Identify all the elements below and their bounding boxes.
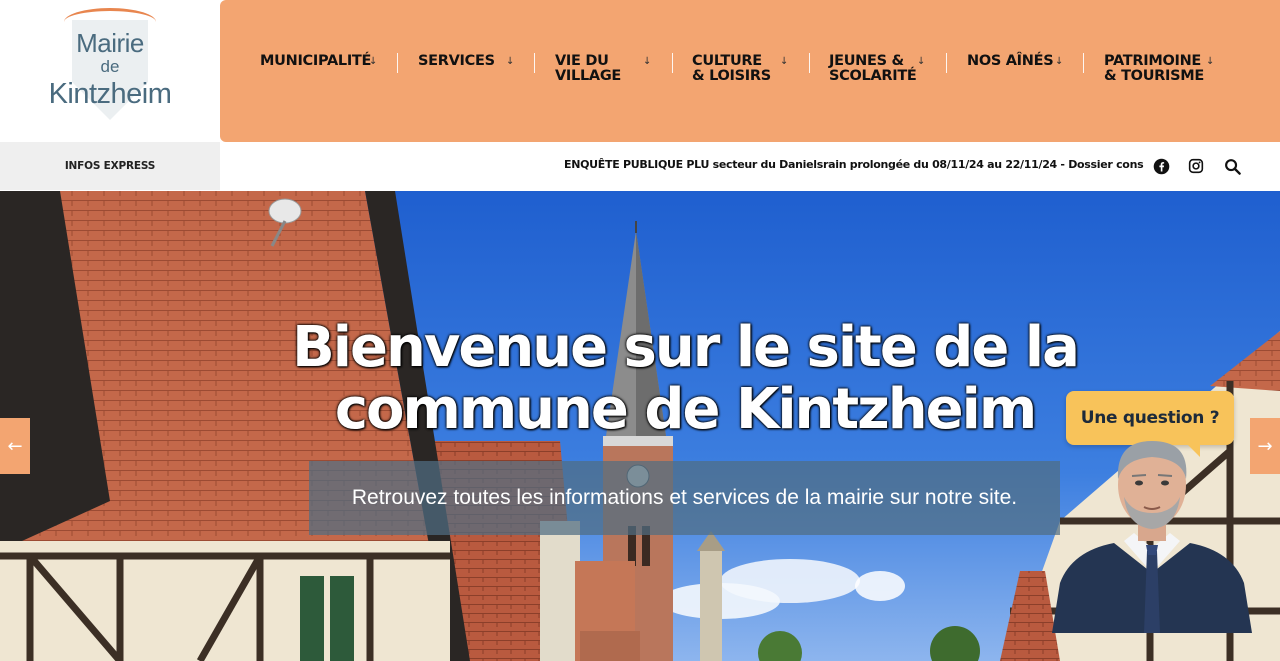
news-ticker-text[interactable]: ENQUÊTE PUBLIQUE PLU secteur du Danielsr… xyxy=(564,158,1144,171)
slider-next-button[interactable]: → xyxy=(1250,418,1280,474)
nav-item-patrimoine-tourisme[interactable]: PATRIMOINE & TOURISME ↓ xyxy=(1104,53,1214,90)
logo-arc-decoration xyxy=(64,8,156,22)
hero-slider: Bienvenue sur le site de la commune de K… xyxy=(0,191,1280,661)
nav-label: CULTURE & LOISIRS xyxy=(692,53,771,84)
nav-separator xyxy=(397,53,398,73)
down-arrow-icon: ↓ xyxy=(780,56,789,67)
down-arrow-icon: ↓ xyxy=(506,56,515,67)
nav-separator xyxy=(809,53,810,73)
news-ticker-bar: ENQUÊTE PUBLIQUE PLU secteur du Danielsr… xyxy=(220,142,1280,190)
hero-subtitle: Retrouvez toutes les informations et ser… xyxy=(351,486,1018,509)
nav-label: MUNICIPALITÉ xyxy=(260,53,372,69)
logo-text-kintzheim: Kintzheim xyxy=(48,78,172,110)
down-arrow-icon: ↓ xyxy=(917,56,926,67)
slider-prev-button[interactable]: ← xyxy=(0,418,30,474)
chat-assistant-avatar[interactable] xyxy=(1052,433,1252,633)
hero-title: Bienvenue sur le site de la commune de K… xyxy=(285,317,1085,441)
right-arrow-icon: → xyxy=(1257,435,1273,457)
nav-label: NOS AÎNÉS xyxy=(967,53,1054,69)
nav-label: PATRIMOINE & TOURISME xyxy=(1104,53,1205,84)
search-icon[interactable] xyxy=(1222,156,1242,176)
facebook-icon[interactable] xyxy=(1151,156,1171,176)
logo-text-mairie: Mairie xyxy=(76,28,144,58)
down-arrow-icon: ↓ xyxy=(1206,56,1215,67)
nav-item-vie-du-village[interactable]: VIE DU VILLAGE ↓ xyxy=(555,53,651,90)
chat-bubble-text: Une question ? xyxy=(1080,408,1220,428)
nav-label: SERVICES xyxy=(418,53,495,69)
main-navigation: MUNICIPALITÉ ↓ SERVICES ↓ VIE DU VILLAGE… xyxy=(220,0,1280,142)
down-arrow-icon: ↓ xyxy=(1055,56,1064,67)
hero-title-line2: commune de Kintzheim xyxy=(334,377,1037,442)
nav-item-nos-aines[interactable]: NOS AÎNÉS ↓ xyxy=(967,53,1063,90)
down-arrow-icon: ↓ xyxy=(369,56,378,67)
nav-separator xyxy=(1083,53,1084,73)
nav-separator xyxy=(672,53,673,73)
instagram-icon[interactable] xyxy=(1186,156,1206,176)
logo-text-de: de xyxy=(100,57,120,76)
down-arrow-icon: ↓ xyxy=(643,56,652,67)
left-arrow-icon: ← xyxy=(7,435,23,457)
infos-express-label: INFOS EXPRESS xyxy=(0,142,220,190)
nav-item-municipalite[interactable]: MUNICIPALITÉ ↓ xyxy=(260,53,377,90)
nav-item-culture-loisirs[interactable]: CULTURE & LOISIRS ↓ xyxy=(692,53,788,90)
hero-title-line1: Bienvenue sur le site de la xyxy=(292,315,1080,380)
hero-subtitle-box: Retrouvez toutes les informations et ser… xyxy=(309,461,1060,535)
nav-separator xyxy=(946,53,947,73)
site-logo[interactable]: Mairie de Kintzheim xyxy=(0,0,220,142)
nav-item-jeunes-scolarite[interactable]: JEUNES & SCOLARITÉ ↓ xyxy=(829,53,925,90)
infos-express-text: INFOS EXPRESS xyxy=(64,160,156,172)
nav-item-services[interactable]: SERVICES ↓ xyxy=(418,53,514,90)
nav-label: JEUNES & SCOLARITÉ xyxy=(829,53,917,84)
nav-label: VIE DU VILLAGE xyxy=(555,53,622,84)
nav-separator xyxy=(534,53,535,73)
